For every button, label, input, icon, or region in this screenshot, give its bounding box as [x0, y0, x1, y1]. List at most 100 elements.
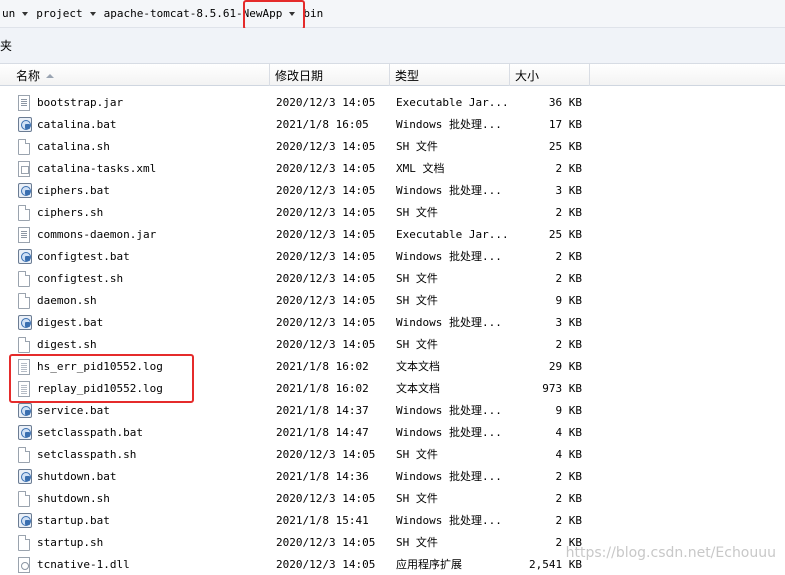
file-modified-date: 2021/1/8 16:05 [276, 118, 369, 131]
file-type: SH 文件 [396, 448, 438, 461]
column-header-type[interactable]: 类型 [390, 64, 510, 86]
file-name: catalina-tasks.xml [37, 162, 157, 175]
bat-file-icon [18, 117, 32, 132]
file-row[interactable]: catalina.bat 2021/1/8 16:05 Windows 批处理...… [0, 114, 785, 136]
file-icon-cell [18, 136, 32, 158]
file-name: setclasspath.bat [37, 426, 143, 439]
file-size: 25 KB [548, 228, 582, 241]
file-icon-cell [18, 532, 32, 554]
file-icon-cell [18, 554, 32, 575]
file-row[interactable]: shutdown.bat 2021/1/8 14:36 Windows 批处理...… [0, 466, 785, 488]
file-icon-cell [18, 158, 32, 180]
file-type: Windows 批处理... [396, 184, 502, 197]
file-size: 36 KB [548, 96, 582, 109]
doc-file-icon [18, 447, 30, 463]
file-size: 2 KB [555, 338, 583, 351]
file-size: 9 KB [555, 294, 583, 307]
file-size: 973 KB [542, 382, 582, 395]
file-modified-date: 2020/12/3 14:05 [276, 316, 376, 329]
file-size: 3 KB [555, 316, 583, 329]
file-size: 4 KB [555, 426, 583, 439]
xml-file-icon [18, 161, 30, 177]
file-type: 文本文档 [396, 382, 440, 395]
file-modified-date: 2021/1/8 14:36 [276, 470, 369, 483]
file-row[interactable]: startup.bat 2021/1/8 15:41 Windows 批处理... 2… [0, 510, 785, 532]
file-row[interactable]: service.bat 2021/1/8 14:37 Windows 批处理... 9… [0, 400, 785, 422]
file-icon-cell [18, 400, 32, 422]
file-icon-cell [18, 290, 32, 312]
jar-file-icon [18, 227, 30, 243]
file-icon-cell [18, 246, 32, 268]
toolbar-folder-label[interactable]: 夹 [0, 37, 12, 54]
file-row[interactable]: configtest.sh 2020/12/3 14:05 SH 文件 2 KB [0, 268, 785, 290]
file-name: service.bat [37, 404, 110, 417]
file-name: daemon.sh [37, 294, 97, 307]
sort-ascending-icon [46, 73, 55, 78]
breadcrumb-item-bin[interactable]: bin [301, 4, 325, 24]
file-name: shutdown.bat [37, 470, 117, 483]
file-row[interactable]: digest.bat 2020/12/3 14:05 Windows 批处理... 3… [0, 312, 785, 334]
breadcrumb-item-user[interactable]: un [0, 4, 17, 24]
file-modified-date: 2021/1/8 16:02 [276, 382, 369, 395]
file-type: Windows 批处理... [396, 514, 502, 527]
file-name: configtest.bat [37, 250, 130, 263]
file-list: bootstrap.jar 2020/12/3 14:05 Executable J… [0, 92, 785, 575]
file-size: 2 KB [555, 272, 583, 285]
file-type: SH 文件 [396, 338, 438, 351]
file-size: 29 KB [548, 360, 582, 373]
column-header-date[interactable]: 修改日期 [270, 64, 390, 86]
doc-file-icon [18, 491, 30, 507]
file-row[interactable]: commons-daemon.jar 2020/12/3 14:05 Executa… [0, 224, 785, 246]
file-type: 应用程序扩展 [396, 558, 462, 571]
doc-file-icon [18, 205, 30, 221]
file-name: tcnative-1.dll [37, 558, 130, 571]
bat-file-icon [18, 183, 32, 198]
chevron-down-icon[interactable] [22, 11, 29, 16]
file-type: Windows 批处理... [396, 118, 502, 131]
file-row[interactable]: setclasspath.bat 2021/1/8 14:47 Windows 批处… [0, 422, 785, 444]
file-name: startup.sh [37, 536, 104, 549]
file-size: 2 KB [555, 514, 583, 527]
jar-file-icon [18, 95, 30, 111]
bat-file-icon [18, 513, 32, 528]
file-modified-date: 2021/1/8 16:02 [276, 360, 369, 373]
file-type: Windows 批处理... [396, 404, 502, 417]
file-name: shutdown.sh [37, 492, 110, 505]
bat-file-icon [18, 403, 32, 418]
file-modified-date: 2020/12/3 14:05 [276, 206, 376, 219]
file-row[interactable]: bootstrap.jar 2020/12/3 14:05 Executable J… [0, 92, 785, 114]
file-name: commons-daemon.jar [37, 228, 157, 241]
file-row[interactable]: catalina-tasks.xml 2020/12/3 14:05 XML 文档 2… [0, 158, 785, 180]
breadcrumb-item-project[interactable]: project [34, 4, 84, 24]
file-row[interactable]: daemon.sh 2020/12/3 14:05 SH 文件 9 KB [0, 290, 785, 312]
file-row[interactable]: configtest.bat 2020/12/3 14:05 Windows 批处理… [0, 246, 785, 268]
file-icon-cell [18, 422, 32, 444]
file-modified-date: 2020/12/3 14:05 [276, 162, 376, 175]
address-bar[interactable]: un project apache-tomcat-8.5.61-NewApp b… [0, 0, 785, 28]
file-modified-date: 2020/12/3 14:05 [276, 96, 376, 109]
file-type: SH 文件 [396, 206, 438, 219]
file-row[interactable]: ciphers.bat 2020/12/3 14:05 Windows 批处理...… [0, 180, 785, 202]
column-header-size[interactable]: 大小 [510, 64, 590, 86]
doc-file-icon [18, 293, 30, 309]
column-header-name[interactable]: 名称 [0, 64, 270, 86]
file-row[interactable]: setclasspath.sh 2020/12/3 14:05 SH 文件 4 KB [0, 444, 785, 466]
file-row[interactable]: catalina.sh 2020/12/3 14:05 SH 文件 25 KB [0, 136, 785, 158]
file-type: SH 文件 [396, 536, 438, 549]
file-type: Windows 批处理... [396, 470, 502, 483]
file-icon-cell [18, 334, 32, 356]
file-name: ciphers.sh [37, 206, 104, 219]
file-type: 文本文档 [396, 360, 440, 373]
file-modified-date: 2020/12/3 14:05 [276, 294, 376, 307]
column-header-row: 名称 修改日期 类型 大小 [0, 64, 785, 86]
file-row[interactable]: shutdown.sh 2020/12/3 14:05 SH 文件 2 KB [0, 488, 785, 510]
file-row[interactable]: ciphers.sh 2020/12/3 14:05 SH 文件 2 KB [0, 202, 785, 224]
file-modified-date: 2021/1/8 14:47 [276, 426, 369, 439]
file-icon-cell [18, 114, 32, 136]
file-modified-date: 2020/12/3 14:05 [276, 228, 376, 241]
file-size: 17 KB [548, 118, 582, 131]
file-size: 9 KB [555, 404, 583, 417]
chevron-down-icon[interactable] [89, 11, 96, 16]
file-modified-date: 2021/1/8 14:37 [276, 404, 369, 417]
file-row[interactable]: digest.sh 2020/12/3 14:05 SH 文件 2 KB [0, 334, 785, 356]
